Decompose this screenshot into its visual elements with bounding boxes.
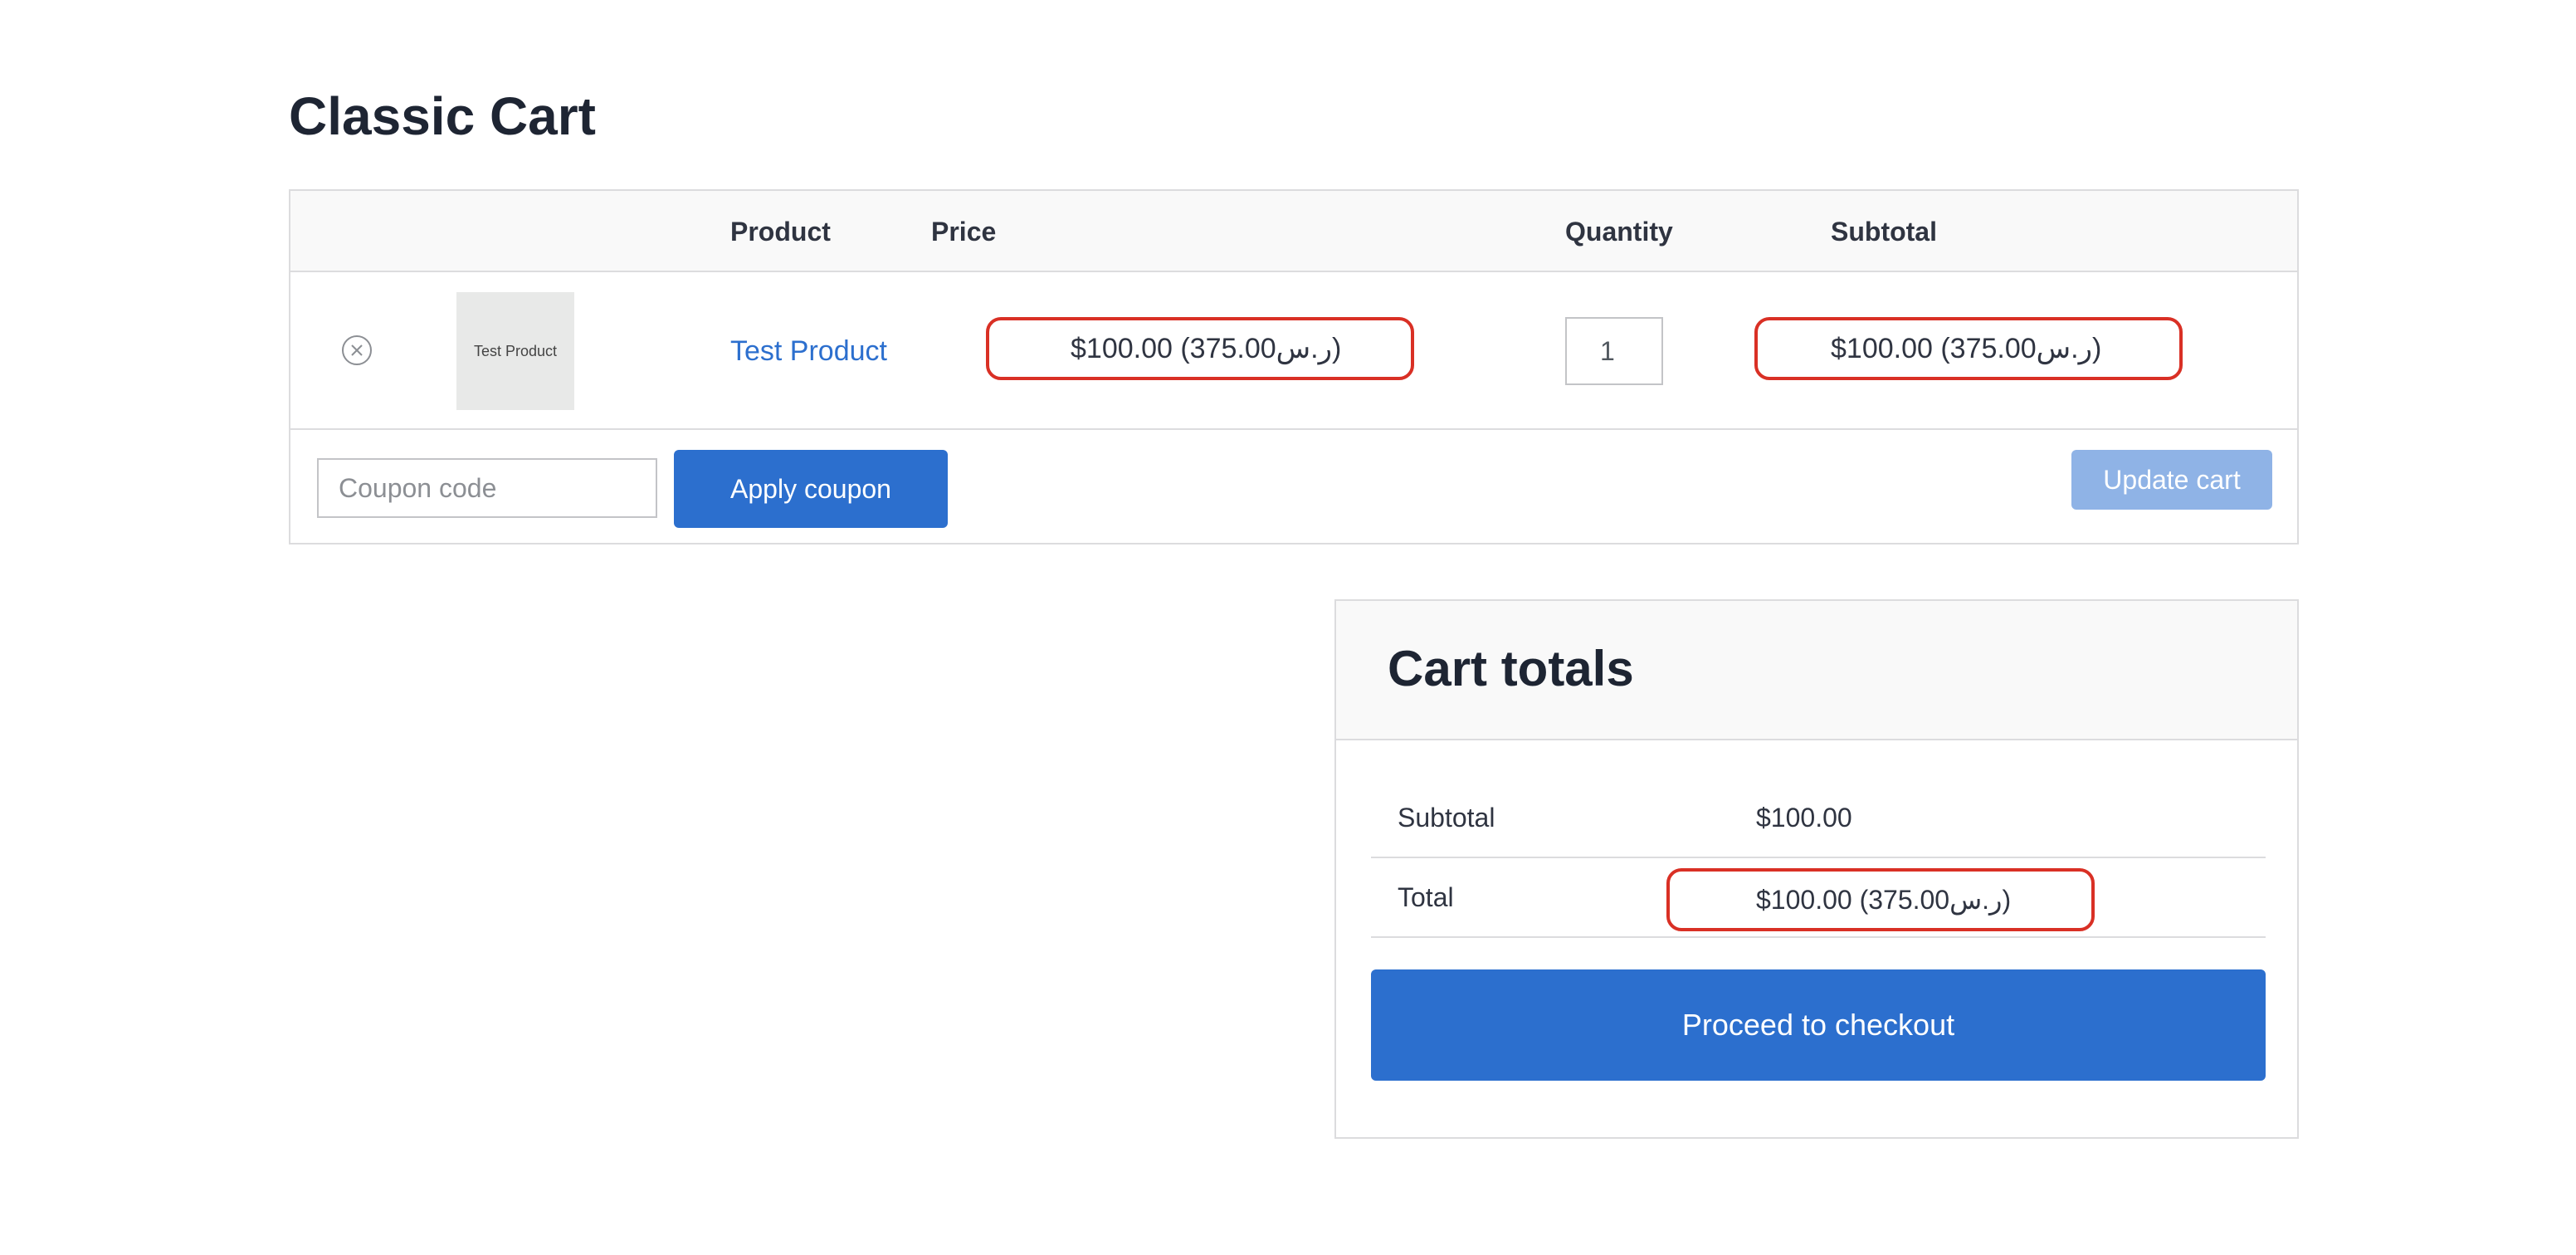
total-label: Total [1398,882,1454,912]
totals-total-row: Total $100.00 (375.00ر.س) [1371,858,2266,938]
product-name-link[interactable]: Test Product [730,332,887,370]
quantity-input[interactable] [1565,317,1663,385]
product-thumbnail[interactable]: Test Product [456,292,574,410]
column-header-quantity: Quantity [1565,217,1673,247]
totals-subtotal-row: Subtotal $100.00 [1371,779,2266,858]
remove-item-button[interactable] [342,335,372,365]
page-title: Classic Cart [289,86,596,146]
column-header-product: Product [730,217,831,247]
subtotal-label: Subtotal [1398,803,1495,833]
item-subtotal: $100.00 (375.00ر.س) [1754,317,2183,380]
apply-coupon-button[interactable]: Apply coupon [674,450,948,528]
column-header-subtotal: Subtotal [1831,217,1937,247]
cart-totals-title: Cart totals [1388,641,1634,696]
cart-table-header: Product Price Quantity Subtotal [290,191,2297,272]
total-value: $100.00 (375.00ر.س) [1666,868,2095,931]
item-price: $100.00 (375.00ر.س) [986,317,1414,380]
cart-totals-header: Cart totals [1336,601,2297,740]
subtotal-value: $100.00 [1756,803,1852,833]
column-header-price: Price [931,217,997,247]
coupon-code-input[interactable] [317,458,657,518]
cart-totals: Cart totals Subtotal $100.00 Total $100.… [1334,599,2299,1139]
update-cart-button[interactable]: Update cart [2071,450,2272,510]
cart-item-row: Test Product Test Product $100.00 (375.0… [290,272,2297,430]
remove-circle-x-icon [351,344,363,356]
cart-table: Product Price Quantity Subtotal Test Pro… [289,189,2299,544]
proceed-to-checkout-button[interactable]: Proceed to checkout [1371,969,2266,1081]
cart-actions: Apply coupon Update cart [290,430,2297,544]
